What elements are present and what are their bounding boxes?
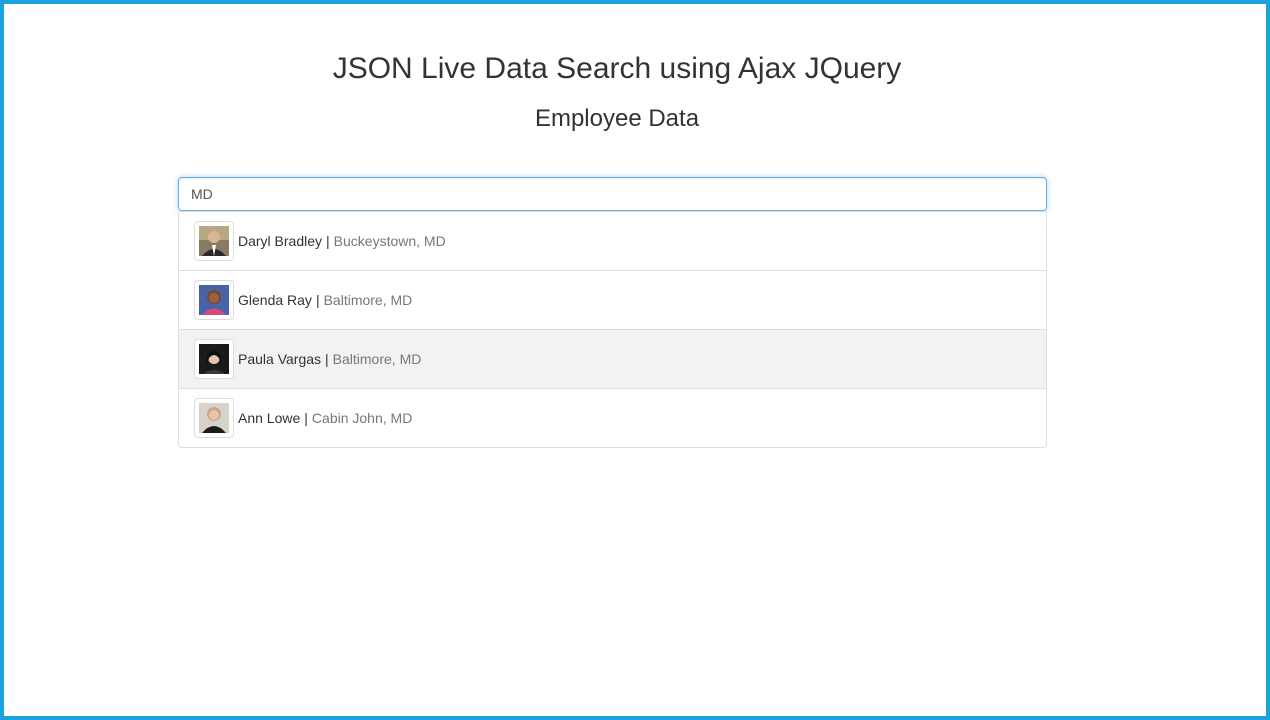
person-photo-icon — [199, 285, 229, 315]
page-title: JSON Live Data Search using Ajax JQuery — [332, 52, 902, 85]
avatar — [194, 339, 234, 379]
result-separator: | — [326, 233, 330, 249]
app-frame: JSON Live Data Search using Ajax JQuery … — [0, 0, 1270, 720]
avatar — [194, 280, 234, 320]
result-item-daryl-bradley[interactable]: Daryl Bradley | Buckeystown, MD — [178, 211, 1047, 271]
result-separator: | — [304, 410, 308, 426]
search-results-list: Daryl Bradley | Buckeystown, MD Glenda R… — [178, 211, 1047, 448]
result-location: Baltimore, MD — [332, 351, 422, 367]
avatar — [194, 398, 234, 438]
result-location: Baltimore, MD — [323, 292, 413, 308]
search-input[interactable] — [178, 177, 1047, 211]
page-subtitle: Employee Data — [534, 105, 700, 132]
result-name: Glenda Ray — [238, 292, 312, 308]
person-photo-icon — [199, 344, 229, 374]
person-photo-icon — [199, 403, 229, 433]
result-separator: | — [325, 351, 329, 367]
result-item-glenda-ray[interactable]: Glenda Ray | Baltimore, MD — [178, 270, 1047, 330]
avatar — [194, 221, 234, 261]
result-item-ann-lowe[interactable]: Ann Lowe | Cabin John, MD — [178, 388, 1047, 448]
result-location: Buckeystown, MD — [333, 233, 446, 249]
result-location: Cabin John, MD — [311, 410, 413, 426]
result-item-paula-vargas[interactable]: Paula Vargas | Baltimore, MD — [178, 329, 1047, 389]
result-separator: | — [315, 292, 320, 308]
result-name: Daryl Bradley — [238, 233, 323, 249]
result-name: Ann Lowe — [238, 410, 301, 426]
result-name: Paula Vargas — [238, 351, 322, 367]
person-photo-icon — [199, 226, 229, 256]
